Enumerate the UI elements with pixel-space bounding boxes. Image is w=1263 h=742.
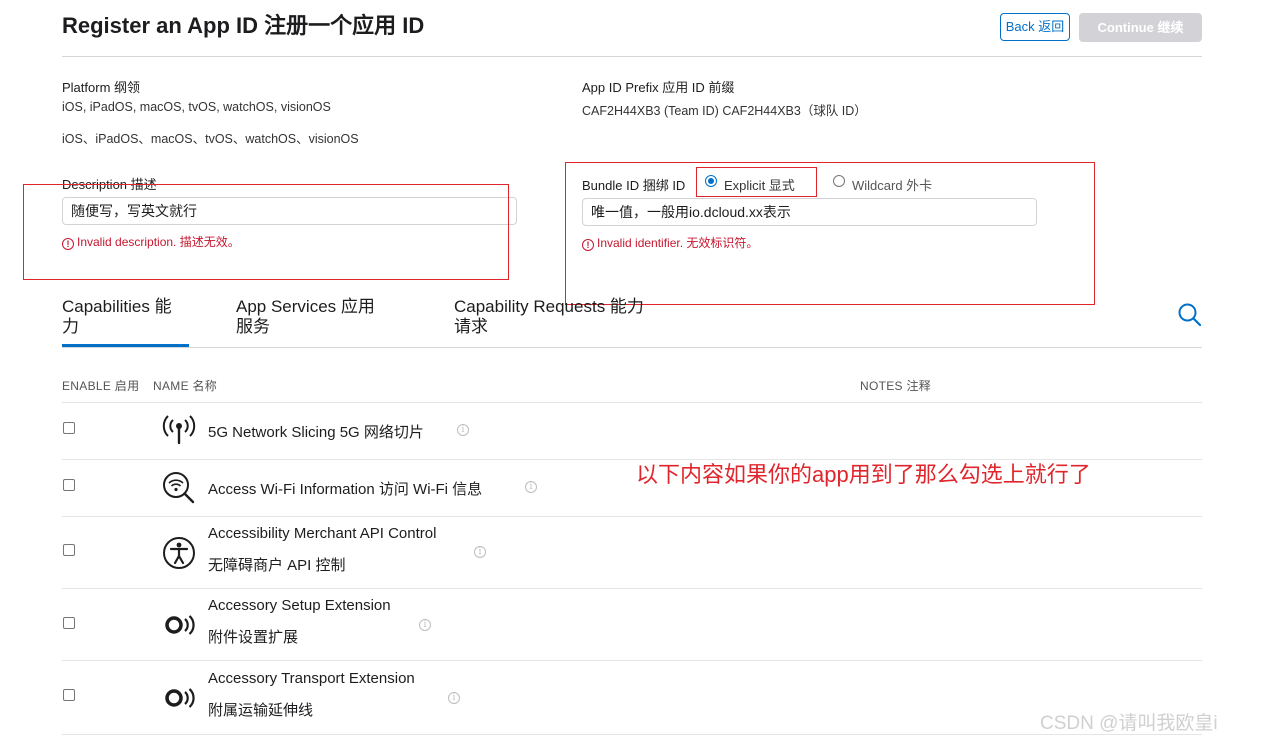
col-notes-header: NOTES 注释 bbox=[860, 379, 932, 393]
page-title: Register an App ID 注册一个应用 ID bbox=[62, 13, 425, 38]
accessibility-icon bbox=[162, 536, 196, 575]
capability-name-cn: 无障碍商户 API 控制 bbox=[208, 557, 346, 574]
accessory-icon bbox=[164, 613, 196, 642]
back-button[interactable]: Back 返回 bbox=[1000, 13, 1070, 41]
tab-capability-requests[interactable]: Capability Requests 能力 请求 bbox=[454, 297, 644, 337]
table-row-divider bbox=[62, 402, 1202, 403]
tab-app-services-line1: App Services 应用 bbox=[236, 297, 375, 316]
capability-name: 5G Network Slicing 5G 网络切片 bbox=[208, 424, 424, 441]
enable-checkbox[interactable] bbox=[63, 617, 75, 629]
enable-checkbox[interactable] bbox=[63, 479, 75, 491]
continue-button[interactable]: Continue 继续 bbox=[1079, 13, 1202, 42]
prefix-label: App ID Prefix 应用 ID 前缀 bbox=[582, 80, 735, 95]
capability-name: Access Wi-Fi Information 访问 Wi-Fi 信息 bbox=[208, 481, 483, 498]
annotation-text: 以下内容如果你的app用到了那么勾选上就行了 bbox=[636, 462, 1091, 487]
enable-checkbox[interactable] bbox=[63, 689, 75, 701]
wifi-search-icon bbox=[162, 472, 196, 509]
col-enable-header: ENABLE 启用 bbox=[62, 379, 140, 393]
search-icon[interactable] bbox=[1177, 302, 1203, 333]
header-divider bbox=[62, 56, 1202, 57]
capability-name-cn: 附属运输延伸线 bbox=[208, 702, 314, 719]
antenna-icon bbox=[162, 415, 196, 450]
col-name-header: NAME 名称 bbox=[153, 379, 218, 393]
annotation-box-bundle bbox=[565, 162, 1095, 305]
capability-name: Accessibility Merchant API Control bbox=[208, 525, 437, 542]
tab-capabilities-line2: 力 bbox=[62, 317, 79, 336]
tab-capability-requests-line2: 请求 bbox=[454, 317, 488, 336]
capability-name: Accessory Setup Extension bbox=[208, 597, 391, 614]
watermark: CSDN @请叫我欧皇i bbox=[1040, 713, 1218, 734]
table-row-divider bbox=[62, 516, 1202, 517]
prefix-value: CAF2H44XB3 (Team ID) CAF2H44XB3（球队 ID） bbox=[582, 104, 867, 118]
table-row-divider bbox=[62, 734, 1202, 735]
tab-capabilities-line1: Capabilities 能 bbox=[62, 297, 172, 316]
accessory-icon bbox=[164, 686, 196, 715]
enable-checkbox[interactable] bbox=[63, 422, 75, 434]
info-icon[interactable]: i bbox=[419, 619, 431, 631]
tab-capabilities[interactable]: Capabilities 能 力 bbox=[62, 297, 172, 337]
platform-label: Platform 纲领 bbox=[62, 80, 141, 95]
tab-app-services[interactable]: App Services 应用 服务 bbox=[236, 297, 375, 337]
info-icon[interactable]: i bbox=[457, 424, 469, 436]
capability-name-cn: 附件设置扩展 bbox=[208, 629, 299, 646]
table-row-divider bbox=[62, 660, 1202, 661]
info-icon[interactable]: i bbox=[525, 481, 537, 493]
tab-app-services-line2: 服务 bbox=[236, 317, 270, 336]
info-icon[interactable]: i bbox=[474, 546, 486, 558]
platform-value: iOS, iPadOS, macOS, tvOS, watchOS, visio… bbox=[62, 100, 331, 114]
tabs-divider bbox=[62, 347, 1202, 348]
annotation-box-description bbox=[23, 184, 509, 280]
enable-checkbox[interactable] bbox=[63, 544, 75, 556]
tab-capability-requests-line1: Capability Requests 能力 bbox=[454, 297, 644, 316]
active-tab-indicator bbox=[62, 344, 189, 347]
platform-value-cn: iOS、iPadOS、macOS、tvOS、watchOS、visionOS bbox=[62, 132, 359, 146]
table-row-divider bbox=[62, 588, 1202, 589]
capability-name: Accessory Transport Extension bbox=[208, 670, 415, 687]
info-icon[interactable]: i bbox=[448, 692, 460, 704]
